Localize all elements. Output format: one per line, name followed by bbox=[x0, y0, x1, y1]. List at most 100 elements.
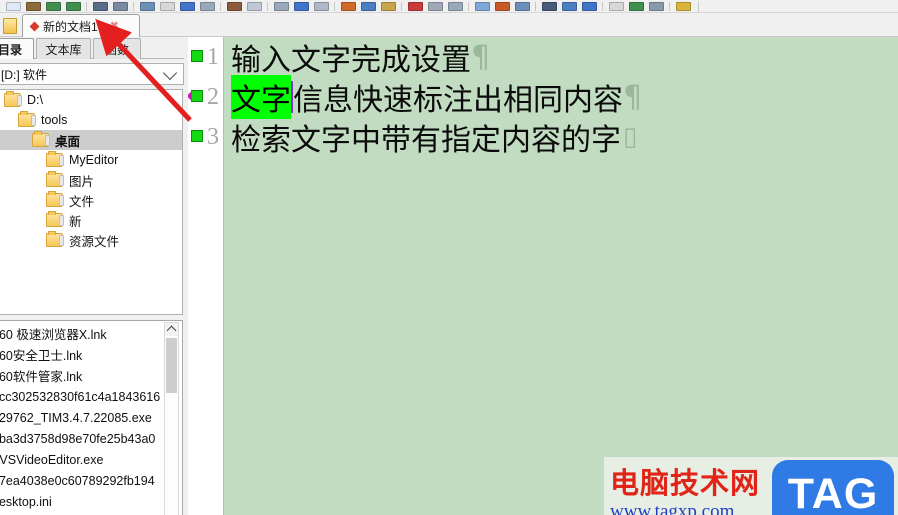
scroll-up-button[interactable] bbox=[165, 323, 178, 336]
line-number: 3 bbox=[207, 124, 219, 150]
modified-indicator-icon bbox=[29, 21, 40, 31]
open-folder-button[interactable] bbox=[24, 1, 41, 12]
document-tab[interactable]: 新的文档1 ✖ bbox=[22, 14, 140, 37]
file-list-item-label: desktop.ini bbox=[0, 494, 52, 509]
indent-button[interactable] bbox=[339, 1, 356, 12]
tree-item[interactable]: 桌面 bbox=[0, 130, 182, 150]
drive-selector-value: [D:] 软件 bbox=[1, 67, 48, 82]
toolbar-separator bbox=[133, 2, 134, 11]
save-all-button[interactable] bbox=[64, 1, 81, 12]
close-icon[interactable]: ✖ bbox=[110, 20, 119, 32]
print-preview-icon bbox=[113, 2, 128, 11]
watermark-site-name: 电脑技术网 bbox=[610, 465, 761, 500]
gutter-row[interactable]: 3 bbox=[188, 117, 223, 157]
help-button[interactable] bbox=[674, 1, 691, 12]
redo-button[interactable] bbox=[225, 1, 242, 12]
file-list-item[interactable]: 360 极速浏览器X.lnk bbox=[0, 323, 166, 344]
ruler-button[interactable] bbox=[540, 1, 557, 12]
file-list-item[interactable]: 7ba3d3758d98e70fe25b43a0 bbox=[0, 428, 166, 449]
file-list-item[interactable]: 360安全卫士.lnk bbox=[0, 344, 166, 365]
replace-button[interactable] bbox=[272, 1, 289, 12]
line-marker-icon[interactable] bbox=[191, 50, 203, 62]
sort-az-icon bbox=[408, 2, 423, 11]
wordwrap-button[interactable] bbox=[560, 1, 577, 12]
sidebar-tab-2[interactable]: 函数 bbox=[93, 38, 141, 59]
sort-az-button[interactable] bbox=[406, 1, 423, 12]
new-file-button[interactable] bbox=[4, 1, 21, 12]
goto-button[interactable] bbox=[312, 1, 329, 12]
toolbar-separator bbox=[669, 2, 670, 11]
save-icon bbox=[46, 2, 61, 11]
file-list-item[interactable]: desktop.ini bbox=[0, 491, 166, 512]
tree-item[interactable]: 文件 bbox=[0, 190, 182, 210]
cut-button[interactable] bbox=[138, 1, 155, 12]
chevron-down-icon bbox=[162, 65, 178, 81]
folder-icon bbox=[18, 111, 36, 127]
fullscreen-button[interactable] bbox=[607, 1, 624, 12]
bookmark-marker-icon[interactable] bbox=[188, 90, 203, 102]
print-preview-button[interactable] bbox=[111, 1, 128, 12]
filter-button[interactable] bbox=[426, 1, 443, 12]
sidebar-tab-strip: 目录 文本库 函数 bbox=[0, 37, 184, 59]
file-list-item[interactable]: 360软件管家.lnk bbox=[0, 365, 166, 386]
gutter-row[interactable]: 2 bbox=[188, 77, 223, 117]
tree-item[interactable]: 资源文件 bbox=[0, 230, 182, 250]
folder-icon bbox=[32, 131, 50, 147]
tree-item[interactable]: 新 bbox=[0, 210, 182, 230]
outdent-button[interactable] bbox=[359, 1, 376, 12]
comment-button[interactable] bbox=[379, 1, 396, 12]
tree-item-label: 桌面 bbox=[55, 134, 81, 149]
file-list-vertical-scrollbar[interactable] bbox=[164, 322, 179, 515]
goto-icon bbox=[314, 2, 329, 11]
undo-button[interactable] bbox=[198, 1, 215, 12]
line-number: 1 bbox=[207, 44, 219, 70]
column-button[interactable] bbox=[473, 1, 490, 12]
editor-line[interactable]: 文字 信息快速标注出相同内容 ¶ bbox=[225, 75, 898, 119]
save-button[interactable] bbox=[44, 1, 61, 12]
new-file-icon bbox=[6, 2, 21, 11]
zoom-icon bbox=[582, 2, 597, 11]
file-list-item[interactable]: b7ea4038e0c60789292fb194 bbox=[0, 470, 166, 491]
tree-item[interactable]: D:\ bbox=[0, 90, 182, 110]
bookmark-icon bbox=[294, 2, 309, 11]
sidebar-tab-0[interactable]: 目录 bbox=[0, 38, 34, 59]
link-button[interactable] bbox=[493, 1, 510, 12]
paste-button[interactable] bbox=[178, 1, 195, 12]
file-list-item[interactable]: 529762_TIM3.4.7.22085.exe bbox=[0, 407, 166, 428]
file-list[interactable]: 360 极速浏览器X.lnk 360安全卫士.lnk 360软件管家.lnk 8cc3… bbox=[0, 323, 166, 515]
text-editor[interactable]: 1 2 3 输入文字完成设置 ¶ 文字 信息快速标注出相同内容 ¶ 检索文字中带有指定内容的字… bbox=[188, 37, 898, 515]
find-button[interactable] bbox=[245, 1, 262, 12]
tree-item[interactable]: tools bbox=[0, 110, 182, 130]
editor-line[interactable]: 输入文字完成设置 ¶ bbox=[225, 37, 898, 79]
editor-line[interactable]: 检索文字中带有指定内容的字 ▯ bbox=[225, 117, 898, 158]
folder-tree[interactable]: D:\ tools 桌面 MyEditor 图片 文件新资源文件 bbox=[0, 89, 183, 315]
editor-text-area[interactable]: 输入文字完成设置 ¶ 文字 信息快速标注出相同内容 ¶ 检索文字中带有指定内容的字 ▯ bbox=[225, 37, 898, 515]
tree-item-label: MyEditor bbox=[69, 153, 119, 167]
copy-button[interactable] bbox=[158, 1, 175, 12]
toolbar-separator bbox=[86, 2, 87, 11]
chart-button[interactable] bbox=[513, 1, 530, 12]
toolbar-separator bbox=[220, 2, 221, 11]
paragraph-mark-icon: ¶ bbox=[471, 39, 491, 75]
gutter-row[interactable]: 1 bbox=[188, 37, 223, 77]
line-marker-icon[interactable] bbox=[191, 130, 203, 142]
line-number-gutter[interactable]: 1 2 3 bbox=[188, 37, 224, 515]
tree-item[interactable]: MyEditor bbox=[0, 150, 182, 170]
file-list-item[interactable]: AVSVideoEditor.exe bbox=[0, 449, 166, 470]
scrollbar-thumb[interactable] bbox=[166, 338, 177, 393]
drive-selector[interactable]: [D:] 软件 bbox=[0, 63, 184, 85]
chart-icon bbox=[515, 2, 530, 11]
file-list-item[interactable]: 8cc302532830f61c4a1843616 bbox=[0, 386, 166, 407]
settings-button[interactable] bbox=[647, 1, 664, 12]
undo-icon bbox=[200, 2, 215, 11]
table-button[interactable] bbox=[627, 1, 644, 12]
file-list-item-label: b7ea4038e0c60789292fb194 bbox=[0, 473, 155, 488]
tree-item[interactable]: 图片 bbox=[0, 170, 182, 190]
sidebar-tab-1[interactable]: 文本库 bbox=[36, 38, 91, 59]
document-list-icon[interactable] bbox=[3, 18, 17, 34]
bookmark-button[interactable] bbox=[292, 1, 309, 12]
ruler-icon bbox=[542, 2, 557, 11]
print-button[interactable] bbox=[91, 1, 108, 12]
grid-button[interactable] bbox=[446, 1, 463, 12]
zoom-button[interactable] bbox=[580, 1, 597, 12]
